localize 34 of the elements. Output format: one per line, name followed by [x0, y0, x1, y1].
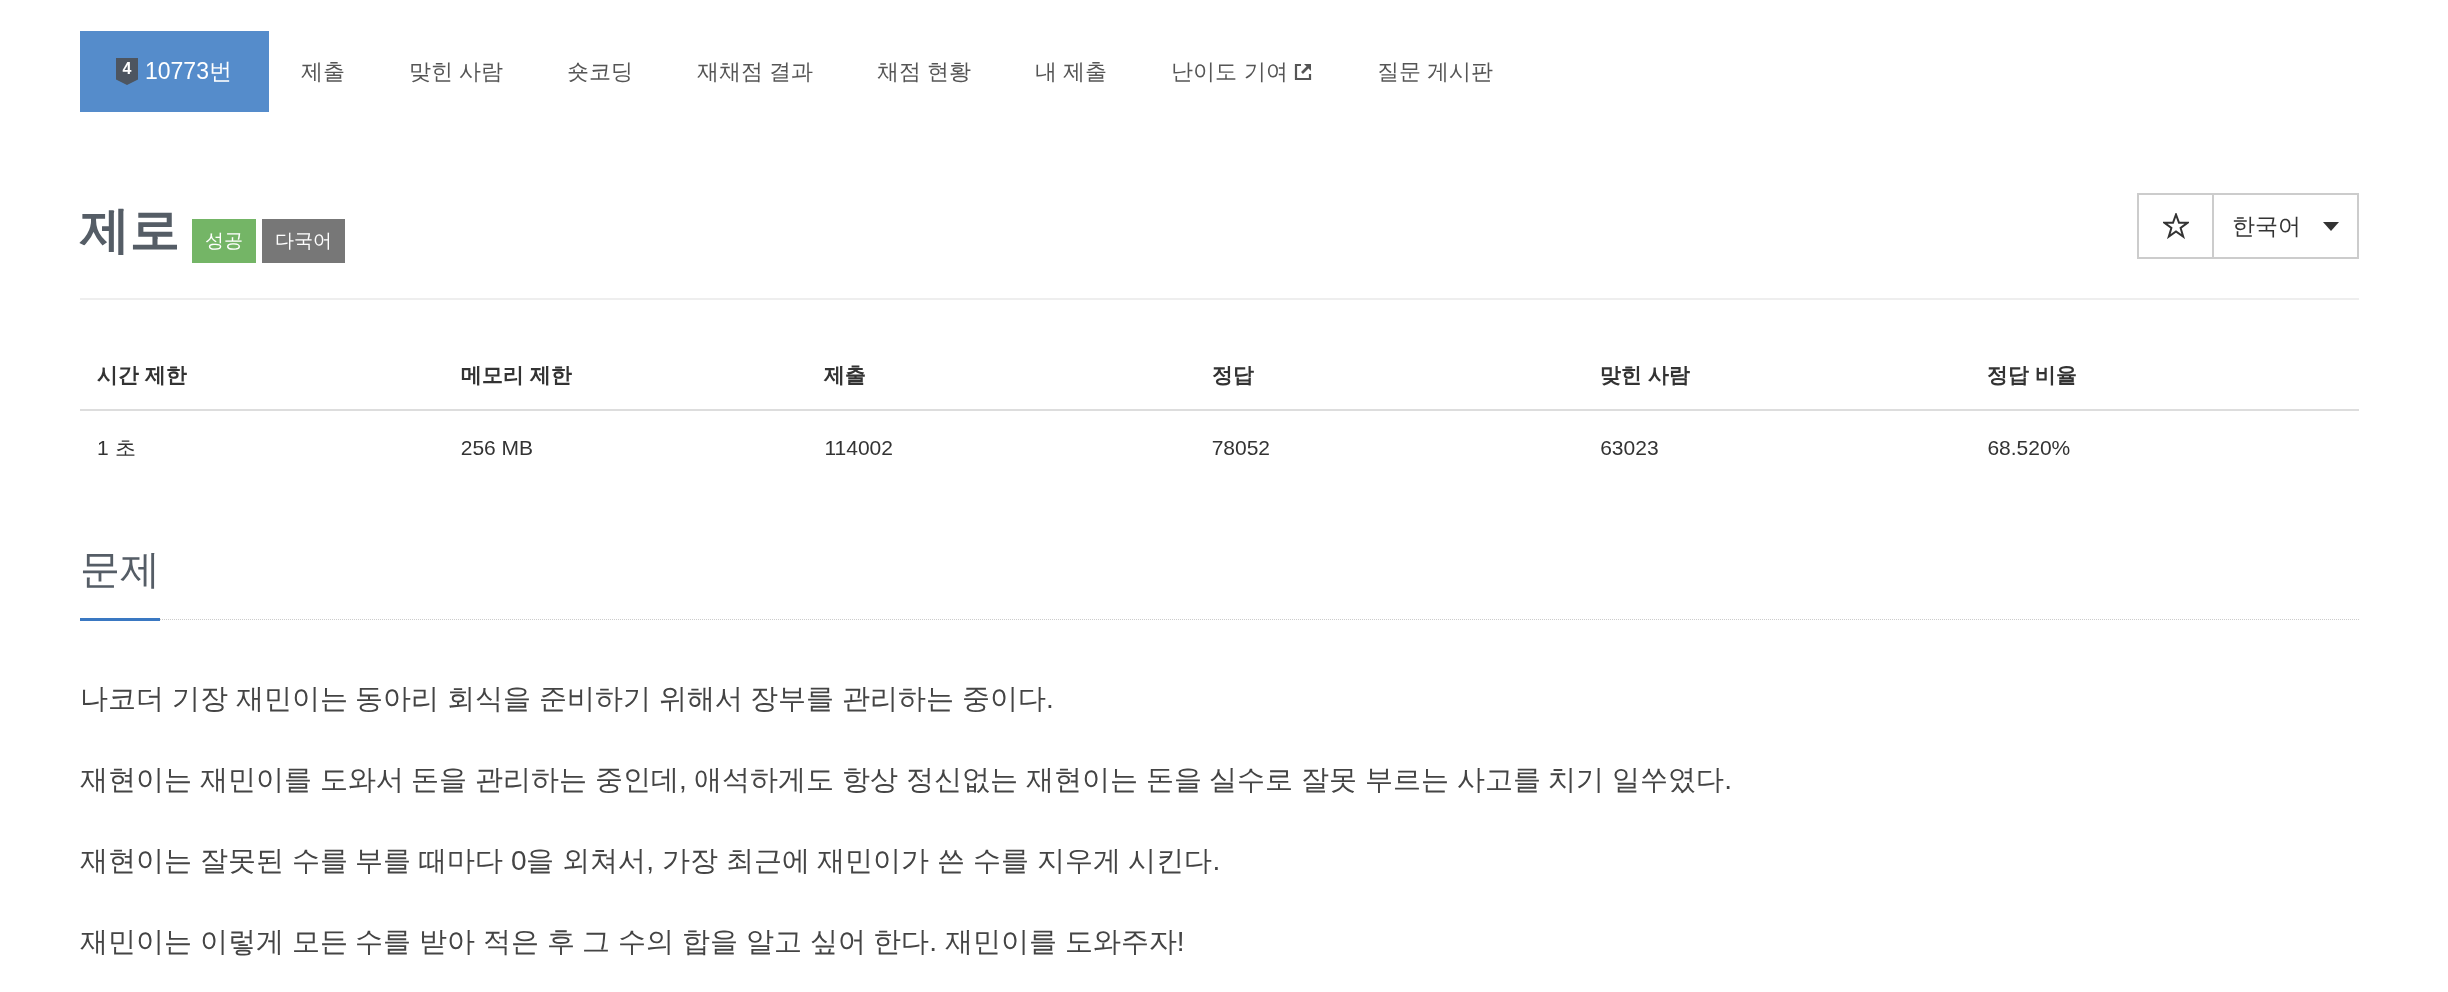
problem-paragraph: 재현이는 재민이를 도와서 돈을 관리하는 중인데, 애석하게도 항상 정신없는 재현이는 돈을 실수로 잘못 부르는 사고를 치기 일쑤였다. [80, 763, 1734, 797]
column-header: 시간 제한 [80, 340, 444, 410]
problem-paragraph: 나코더 기장 재민이는 동아리 회식을 준비하기 위해서 장부를 관리하는 중이다. [80, 682, 1055, 716]
caret-icon [2323, 221, 2339, 231]
language-dropdown[interactable]: 한국어 [2214, 193, 2359, 259]
problem-paragraph: 재현이는 잘못된 수를 부를 때마다 0을 외쳐서, 가장 최근에 재민이가 쓴 수를 지우게 시킨다. [80, 844, 1222, 878]
nav-tab[interactable]: 숏코딩 [535, 31, 666, 112]
nav-tab[interactable]: 내 제출 [1003, 31, 1140, 112]
external-link-icon [1292, 61, 1313, 82]
column-header: 메모리 제한 [443, 340, 808, 410]
table-cell: 78052 [1194, 410, 1584, 482]
table-cell: 1 초 [80, 410, 444, 482]
tier-badge: 4 [116, 58, 138, 85]
column-header: 정답 [1194, 340, 1584, 410]
column-header: 정답 비율 [1970, 340, 2359, 410]
column-header: 맞힌 사람 [1583, 340, 1971, 410]
nav-tab[interactable]: 채점 현황 [845, 31, 1004, 112]
table-cell: 114002 [807, 410, 1195, 482]
nav-tab[interactable]: 제출 [268, 31, 377, 112]
table-cell: 256 MB [443, 410, 808, 482]
table-cell: 68.520% [1970, 410, 2359, 482]
problem-title: 제로 [80, 201, 180, 260]
nav-tab[interactable]: 난이도 기여 [1139, 31, 1345, 112]
column-header: 제출 [807, 340, 1195, 410]
status-label: 성공 [192, 219, 256, 263]
status-label: 다국어 [262, 219, 345, 263]
nav-tab[interactable]: 맞힌 사람 [376, 31, 536, 112]
nav-tab[interactable]: 재채점 결과 [665, 31, 846, 112]
section-heading: 문제 [80, 539, 160, 621]
nav-tab[interactable]: 질문 게시판 [1344, 31, 1525, 112]
nav-tab[interactable]: 4 10773번 [80, 31, 269, 112]
table-cell: 63023 [1583, 410, 1971, 482]
problem-paragraph: 재민이는 이렇게 모든 수를 받아 적은 후 그 수의 합을 알고 싶어 한다. 재민이를 도와주자! [80, 925, 1186, 959]
favorite-button[interactable] [2137, 193, 2214, 259]
